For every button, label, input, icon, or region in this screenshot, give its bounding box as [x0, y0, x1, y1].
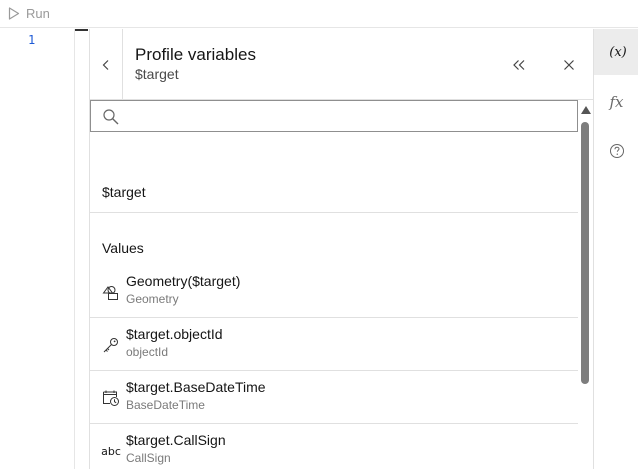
abc-glyph: abc — [101, 444, 121, 458]
geometry-icon — [102, 283, 120, 301]
list-item-objectid[interactable]: $target.objectId objectId — [90, 318, 578, 371]
variables-icon: (x) — [609, 44, 627, 60]
gutter-divider — [74, 29, 75, 469]
list-item-callsign[interactable]: abc $target.CallSign CallSign — [90, 424, 578, 469]
scrollbar[interactable] — [578, 100, 593, 469]
functions-icon: fx — [609, 93, 624, 111]
panel-header: Profile variables $target — [90, 29, 593, 100]
item-type: CallSign — [126, 451, 171, 465]
panel-title: Profile variables — [135, 45, 256, 64]
item-type: objectId — [126, 345, 169, 359]
item-name: Geometry($target) — [126, 273, 241, 289]
item-name: $target.objectId — [126, 326, 223, 342]
item-type: BaseDateTime — [126, 398, 205, 412]
profile-variables-panel: Profile variables $target $target Values — [89, 29, 593, 469]
search-icon — [103, 109, 119, 125]
key-icon — [102, 336, 120, 354]
list-item-geometry[interactable]: Geometry($target) Geometry — [90, 265, 578, 318]
item-name: $target.BaseDateTime — [126, 379, 266, 395]
scrollbar-thumb[interactable] — [581, 122, 589, 384]
play-icon — [8, 6, 20, 20]
list-item-basedatetime[interactable]: $target.BaseDateTime BaseDateTime — [90, 371, 578, 424]
abc-text-icon: abc — [101, 442, 121, 460]
scroll-up-arrow[interactable] — [581, 106, 591, 114]
help-icon — [609, 144, 624, 158]
collapse-panel-button[interactable] — [508, 54, 530, 76]
back-button[interactable] — [90, 29, 123, 100]
item-name: $target.CallSign — [126, 432, 226, 448]
close-icon — [564, 60, 574, 70]
editor-cursor — [75, 29, 88, 31]
target-section-label[interactable]: $target — [102, 184, 146, 200]
line-number: 1 — [28, 33, 36, 47]
code-editor[interactable]: 1 — [0, 29, 89, 469]
calendar-clock-icon — [102, 389, 120, 407]
run-label: Run — [26, 5, 50, 21]
close-button[interactable] — [558, 54, 580, 76]
run-button[interactable]: Run — [8, 4, 50, 22]
search-input[interactable] — [121, 101, 571, 131]
panel-subtitle: $target — [135, 66, 179, 82]
values-section-label: Values — [102, 240, 144, 256]
top-toolbar: Run — [0, 0, 638, 28]
search-field[interactable] — [90, 100, 578, 132]
section-divider — [90, 212, 578, 213]
item-type: Geometry — [126, 292, 179, 306]
help-tab[interactable] — [594, 128, 638, 174]
double-chevron-left-icon — [513, 60, 525, 70]
right-rail: (x) fx — [593, 29, 638, 469]
functions-tab[interactable]: fx — [594, 79, 638, 125]
chevron-left-icon — [102, 59, 109, 70]
variables-tab[interactable]: (x) — [594, 29, 638, 75]
